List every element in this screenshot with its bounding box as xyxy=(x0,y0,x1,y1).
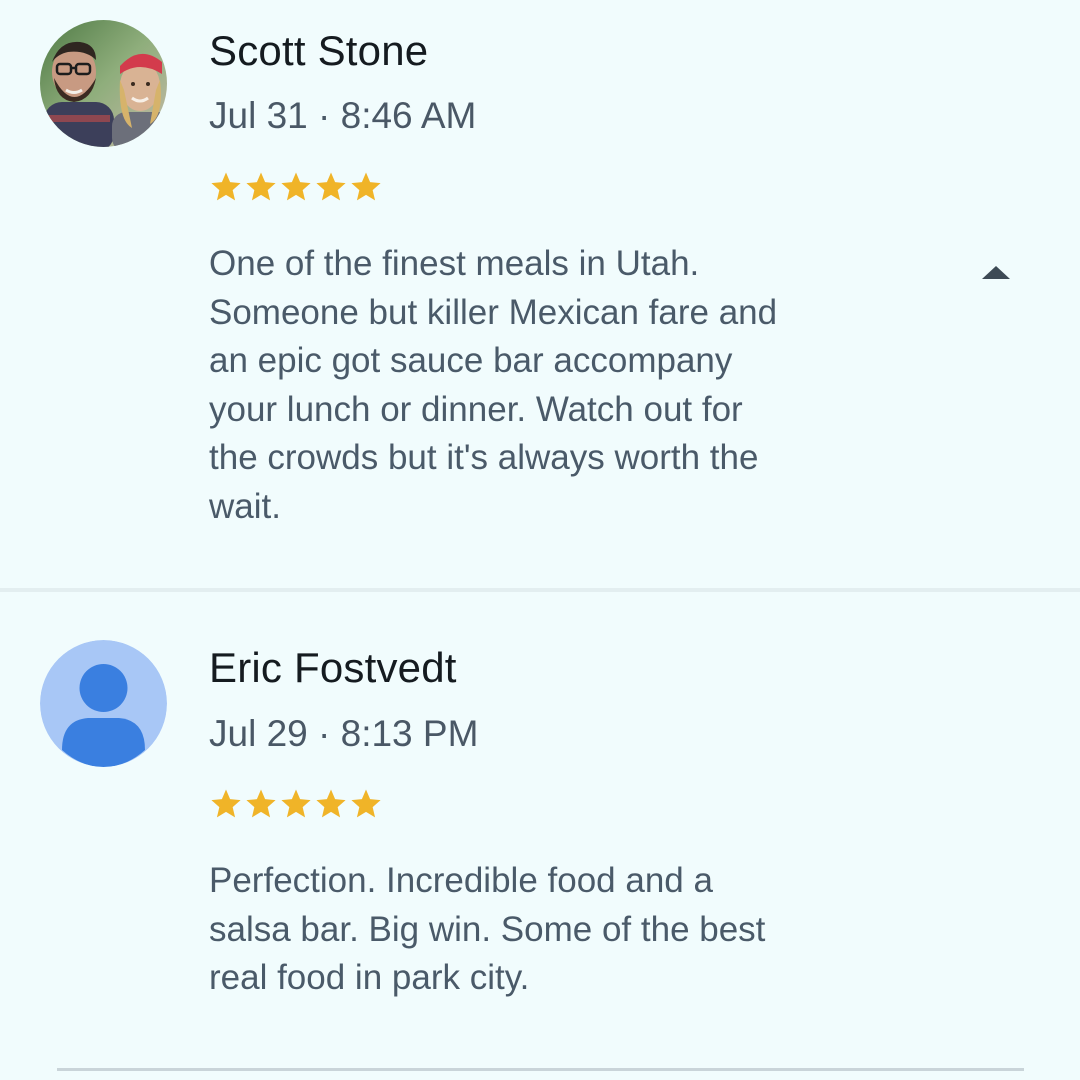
star-rating xyxy=(209,170,383,204)
star-icon xyxy=(351,789,381,818)
avatar[interactable] xyxy=(40,640,167,767)
star-icon xyxy=(246,789,276,818)
user-photo-icon xyxy=(40,20,167,147)
review-timestamp: Jul 31 · 8:46 AM xyxy=(209,95,476,137)
avatar[interactable] xyxy=(40,20,167,147)
star-icon xyxy=(281,172,311,201)
review-time: 8:46 AM xyxy=(340,95,477,136)
review-timestamp: Jul 29 · 8:13 PM xyxy=(209,713,478,755)
star-icon xyxy=(246,172,276,201)
author-name[interactable]: Eric Fostvedt xyxy=(209,644,457,692)
timestamp-separator: · xyxy=(318,95,331,136)
author-name[interactable]: Scott Stone xyxy=(209,27,428,75)
star-rating xyxy=(209,787,383,821)
star-icon xyxy=(281,789,311,818)
review-date: Jul 31 xyxy=(209,95,308,136)
review-text: One of the finest meals in Utah. Someone… xyxy=(209,244,778,526)
review-time: 8:13 PM xyxy=(340,713,479,754)
review-card: Scott Stone Jul 31 · 8:46 AM One of the … xyxy=(0,0,1080,590)
default-person-icon xyxy=(40,640,167,767)
star-icon xyxy=(316,789,346,818)
star-icon xyxy=(211,172,241,201)
chevron-up-icon[interactable] xyxy=(979,262,1013,282)
review-date: Jul 29 xyxy=(209,713,308,754)
divider xyxy=(57,1068,1024,1071)
review-text: Perfection. Incredible food and a salsa … xyxy=(209,861,766,997)
star-icon xyxy=(211,789,241,818)
star-icon xyxy=(351,172,381,201)
timestamp-separator: · xyxy=(318,713,331,754)
star-icon xyxy=(316,172,346,201)
review-card: Eric Fostvedt Jul 29 · 8:13 PM Perfectio… xyxy=(0,592,1080,1080)
